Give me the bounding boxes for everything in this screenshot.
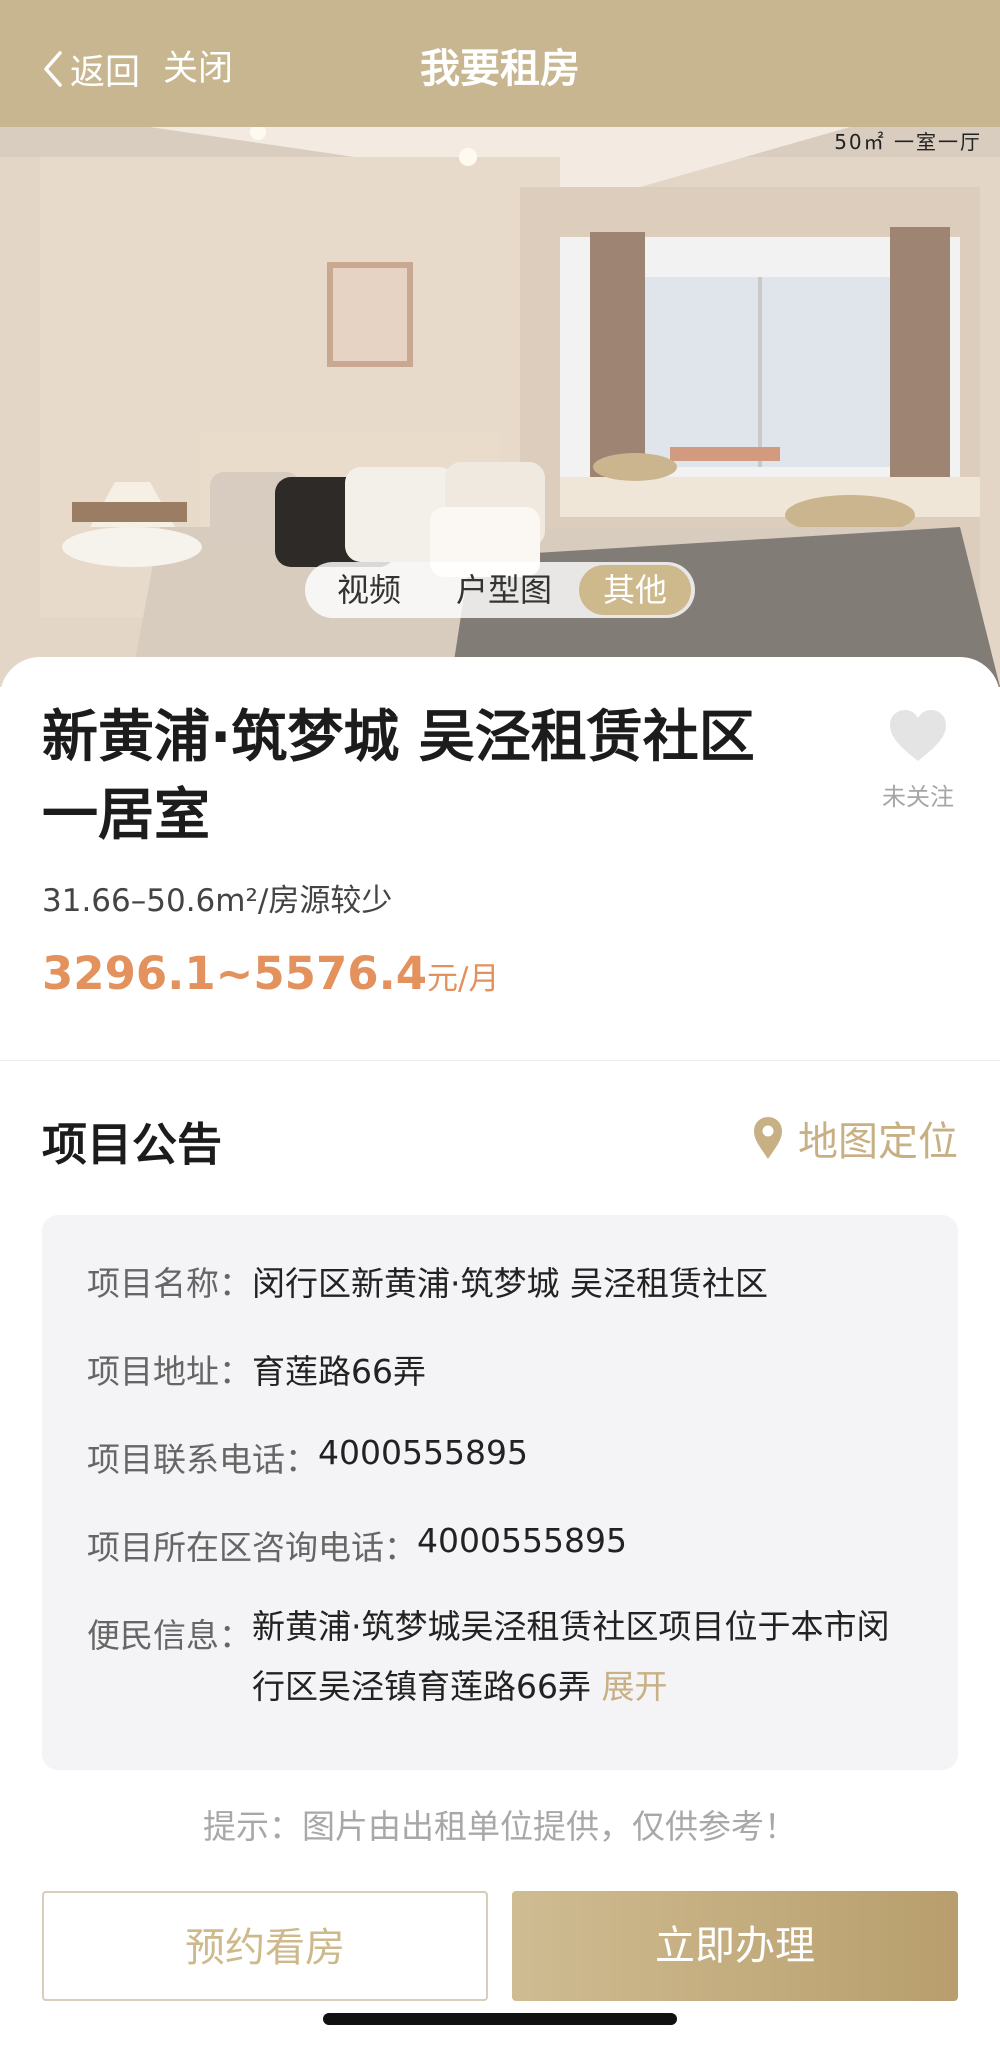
info-value: 新黄浦·筑梦城吴泾租赁社区项目位于本市闵行区吴泾镇育莲路66弄 展开	[252, 1597, 892, 1717]
info-key: 项目所在区咨询电话：	[87, 1528, 417, 1567]
location-pin-icon	[754, 1117, 782, 1159]
favorite-button[interactable]: 未关注	[870, 709, 966, 812]
book-viewing-button[interactable]: 预约看房	[42, 1891, 488, 2001]
info-value[interactable]: 4000555895	[318, 1433, 528, 1481]
map-location-link[interactable]: 地图定位	[752, 1112, 958, 1165]
info-value: 育莲路66弄	[252, 1352, 426, 1391]
map-link-label: 地图定位	[798, 1119, 958, 1165]
home-indicator	[323, 2013, 677, 2025]
info-row-contact-phone: 项目联系电话： 4000555895	[87, 1433, 528, 1481]
listing-card: 新黄浦·筑梦城 吴泾租赁社区 一居室 未关注 31.66–50.6m²/房源较少…	[0, 657, 1000, 1060]
info-row-district-phone: 项目所在区咨询电话： 4000555895	[87, 1521, 627, 1569]
section-title: 项目公告	[42, 1118, 223, 1171]
favorite-label: 未关注	[882, 783, 954, 811]
hero-photo[interactable]: 50㎡ 一室一厅 视频 户型图 其他	[0, 127, 1000, 687]
info-row-address: 项目地址： 育莲路66弄	[87, 1345, 426, 1393]
info-key: 项目联系电话：	[87, 1440, 318, 1479]
room-type-badge: 50㎡ 一室一厅	[834, 130, 982, 154]
page-title: 我要租房	[420, 46, 580, 92]
price-unit: 元/月	[427, 961, 500, 997]
tab-floor-plan[interactable]: 户型图	[429, 565, 579, 615]
info-row-convenience: 便民信息： 新黄浦·筑梦城吴泾租赁社区项目位于本市闵行区吴泾镇育莲路66弄 展开	[87, 1607, 892, 1717]
tab-other[interactable]: 其他	[579, 565, 691, 615]
top-nav-bar: 返回 关闭 我要租房	[0, 0, 1000, 127]
info-key: 便民信息：	[87, 1616, 252, 1655]
heart-icon	[890, 710, 946, 761]
info-value[interactable]: 4000555895	[417, 1521, 627, 1569]
media-tabs: 视频 户型图 其他	[305, 562, 695, 618]
photo-disclaimer: 提示：图片由出租单位提供，仅供参考！	[203, 1807, 797, 1846]
price: 3296.1~5576.4元/月	[42, 947, 499, 1000]
listing-title: 新黄浦·筑梦城 吴泾租赁社区 一居室	[42, 705, 755, 848]
price-range: 3296.1~5576.4	[42, 947, 428, 1000]
project-info-box: 项目名称： 闵行区新黄浦·筑梦城 吴泾租赁社区 项目地址： 育莲路66弄 项目联…	[42, 1215, 958, 1770]
tab-video[interactable]: 视频	[309, 565, 429, 615]
apply-now-button[interactable]: 立即办理	[512, 1891, 958, 2001]
convenience-text: 新黄浦·筑梦城吴泾租赁社区项目位于本市闵行区吴泾镇育莲路66弄	[252, 1607, 890, 1706]
section-divider	[0, 1060, 1000, 1061]
area-info: 31.66–50.6m²/房源较少	[42, 883, 393, 919]
info-key: 项目名称：	[87, 1264, 252, 1303]
info-value: 闵行区新黄浦·筑梦城 吴泾租赁社区	[252, 1264, 768, 1303]
info-key: 项目地址：	[87, 1352, 252, 1391]
info-row-project-name: 项目名称： 闵行区新黄浦·筑梦城 吴泾租赁社区	[87, 1257, 768, 1305]
expand-button[interactable]: 展开	[602, 1667, 668, 1706]
